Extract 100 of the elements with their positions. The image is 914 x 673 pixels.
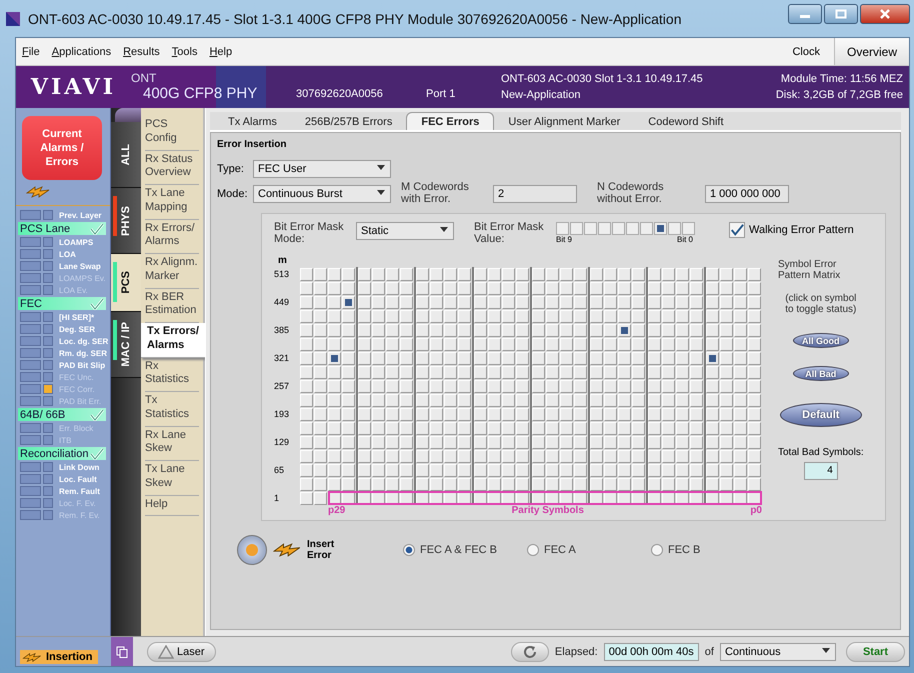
nav-item[interactable]: Help	[145, 496, 199, 516]
mask-bit-cell[interactable]	[598, 222, 611, 236]
nav-item[interactable]: Tx Statistics	[145, 392, 199, 426]
type-dropdown[interactable]: FEC User	[253, 160, 391, 178]
parity-end-label: p0	[750, 505, 762, 516]
row-label: 513	[274, 269, 290, 280]
nav-item[interactable]: Rx Alignm. Marker	[145, 254, 199, 288]
maximize-button[interactable]	[824, 4, 858, 24]
side-tab[interactable]: MAC / IP	[111, 312, 141, 378]
disk-usage: Disk: 3,2GB of 7,2GB free	[776, 89, 903, 101]
type-label: Type:	[217, 163, 245, 175]
menu-item[interactable]: File	[22, 46, 40, 58]
matrix-title: Symbol Error Pattern Matrix	[778, 259, 840, 282]
fec-radio[interactable]: FEC A	[527, 544, 645, 556]
content-tab[interactable]: 256B/257B Errors	[290, 112, 406, 130]
laser-button[interactable]: Laser	[147, 642, 216, 662]
row-label: 257	[274, 381, 290, 392]
nav-item[interactable]: Rx Statistics	[145, 358, 199, 392]
start-button[interactable]: Start	[846, 642, 905, 662]
mask-value-label: Bit Error Mask Value:	[474, 222, 545, 246]
n-codewords-label: N Codewords without Error.	[597, 182, 665, 206]
mask-bit-cell[interactable]	[556, 222, 569, 236]
row-label: 65	[274, 465, 286, 476]
content-tab[interactable]: Codeword Shift	[634, 112, 738, 130]
mask-bit-cell[interactable]	[682, 222, 695, 236]
mask-bit-cell[interactable]	[654, 222, 667, 236]
tab-strip-cap	[115, 108, 141, 122]
bit-label: Bit 9	[556, 235, 572, 244]
alarm-label: LOA Ev.	[59, 286, 88, 294]
alarm-label: Deg. SER	[59, 324, 96, 334]
current-alarms-button[interactable]: Current Alarms / Errors	[22, 116, 102, 180]
content-tab[interactable]: Tx Alarms	[214, 112, 291, 130]
fec-radio[interactable]: FEC B	[651, 544, 769, 556]
menu-item[interactable]: Applications	[52, 46, 112, 58]
nav-item[interactable]: Rx Status Overview	[145, 150, 199, 185]
nav-item[interactable]: Rx Lane Skew	[145, 426, 199, 461]
nav-item[interactable]: Tx Lane Mapping	[145, 185, 199, 220]
n-codewords-field[interactable]: 1 000 000 000	[705, 184, 789, 203]
mask-bit-cell[interactable]	[612, 222, 625, 236]
mask-bit-cell[interactable]	[584, 222, 597, 236]
module-label: 400G CFP8 PHY	[142, 85, 258, 104]
total-bad-field: 4	[804, 462, 838, 480]
lightning-icon	[26, 185, 50, 199]
row-label: 385	[274, 325, 290, 336]
window-title: ONT-603 AC-0030 10.49.17.45 - Slot 1-3.1 400G CFP8 PHY Module 307692620A0056 - New-Application	[28, 10, 682, 26]
side-tab[interactable]: PHYS	[111, 188, 141, 254]
walking-pattern-checkbox[interactable]: Walking Error Pattern	[729, 222, 854, 238]
clock-label[interactable]: Clock	[792, 46, 820, 58]
content-tab[interactable]: FEC Errors	[406, 112, 494, 130]
menu-item[interactable]: Help	[209, 46, 232, 58]
content-tab[interactable]: User Alignment Marker	[494, 112, 634, 130]
of-label: of	[704, 646, 714, 658]
side-tab[interactable]: ALL	[111, 122, 141, 188]
mask-bit-cell[interactable]	[668, 222, 681, 236]
logo: VIAVI	[30, 74, 118, 100]
nav-item[interactable]: Tx Errors/ Alarms	[141, 323, 205, 358]
mode-label: Mode:	[217, 188, 249, 200]
alarm-label: Rem. Fault	[59, 486, 100, 496]
nav-item[interactable]: Tx Lane Skew	[145, 461, 199, 496]
copy-icon	[116, 646, 128, 658]
copy-button[interactable]	[111, 637, 133, 666]
nav-item[interactable]: Rx Errors/ Alarms	[145, 220, 199, 254]
lightning-icon	[22, 652, 42, 662]
mode-dropdown[interactable]: Continuous Burst	[253, 184, 391, 203]
close-button[interactable]	[860, 4, 910, 24]
m-codewords-label: M Codewords with Error.	[401, 182, 470, 206]
insert-button[interactable]	[237, 535, 267, 566]
alarm-label: LOA	[59, 250, 76, 258]
axis-label: m	[277, 255, 288, 268]
close-icon	[879, 9, 891, 19]
insertion-label: Insertion	[20, 650, 98, 664]
nav-item[interactable]: PCS Config	[145, 116, 199, 150]
mask-bit-cell[interactable]	[626, 222, 639, 236]
mask-bit-cell[interactable]	[640, 222, 653, 236]
alarm-label: Rem. F. Ev.	[59, 510, 100, 520]
alarm-label: Loc. F. Ev.	[59, 498, 96, 508]
group-title: 64B/ 66B	[20, 408, 66, 420]
mask-bit-cell[interactable]	[570, 222, 583, 236]
alarm-label: Rm. dg. SER	[59, 348, 108, 358]
mask-mode-dropdown[interactable]: Static	[356, 222, 454, 240]
menu-item[interactable]: Tools	[172, 46, 198, 58]
row-label: 193	[274, 409, 290, 420]
app-icon	[6, 12, 20, 26]
side-tab[interactable]: PCS	[111, 254, 141, 312]
fec-radio[interactable]: FEC A & FEC B	[403, 544, 521, 556]
port-label: Port 1	[426, 88, 456, 100]
matrix-hint: (click on symbol to toggle status)	[785, 293, 856, 316]
alarm-label: Lane Swap	[59, 262, 101, 270]
duration-dropdown[interactable]: Continuous	[720, 642, 836, 660]
m-codewords-field[interactable]: 2	[493, 184, 577, 203]
alarm-label: Prev. Layer	[59, 210, 102, 220]
refresh-button[interactable]	[510, 642, 549, 662]
overview-button[interactable]: Overview	[834, 38, 909, 65]
warning-icon	[158, 644, 174, 658]
menu-item[interactable]: Results	[123, 46, 160, 58]
product-label: ONT	[131, 70, 158, 86]
check-icon	[730, 223, 744, 238]
bit-label: Bit 0	[676, 235, 693, 244]
minimize-button[interactable]	[788, 4, 822, 24]
total-bad-label: Total Bad Symbols:	[778, 447, 864, 458]
